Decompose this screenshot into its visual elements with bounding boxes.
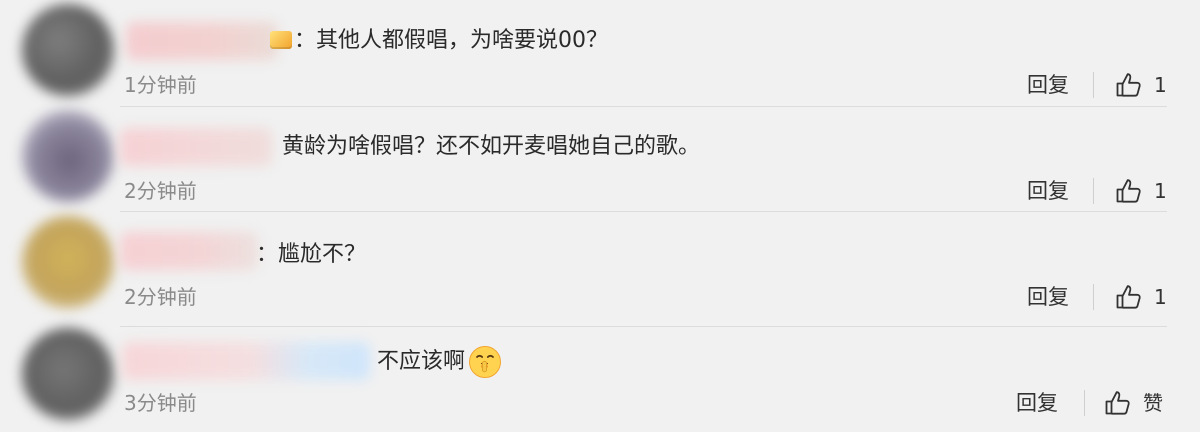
- reply-button[interactable]: 回复: [1016, 390, 1058, 416]
- avatar[interactable]: [22, 328, 114, 420]
- thumbs-up-icon: [1104, 389, 1132, 417]
- avatar[interactable]: [22, 4, 114, 96]
- comment-text: 黄龄为啥假唱？还不如开麦唱她自己的歌。: [282, 134, 701, 159]
- comment-timestamp: 2分钟前: [124, 285, 197, 309]
- thumbs-up-icon: [1115, 177, 1143, 205]
- comment-item: ：其他人都假唱，为啥要说00？ 1分钟前 回复 1: [0, 0, 1200, 107]
- comment-timestamp: 3分钟前: [124, 391, 197, 415]
- like-button[interactable]: 1: [1115, 176, 1167, 206]
- shush-face-icon: [467, 344, 503, 380]
- comment-text-content: 不应该啊: [377, 349, 466, 374]
- username[interactable]: [120, 232, 258, 270]
- avatar[interactable]: [22, 110, 114, 202]
- comment-text: 不应该啊: [377, 344, 503, 380]
- thumbs-up-icon: [1115, 71, 1143, 99]
- comment-item: 黄龄为啥假唱？还不如开麦唱她自己的歌。 2分钟前 回复 1: [0, 106, 1200, 212]
- action-divider: [1093, 178, 1094, 204]
- action-divider: [1084, 390, 1085, 416]
- thumbs-up-icon: [1115, 283, 1143, 311]
- like-count: 1: [1154, 73, 1167, 97]
- like-button[interactable]: 赞: [1104, 388, 1163, 418]
- action-divider: [1093, 284, 1094, 310]
- user-badge-icon: [270, 31, 292, 49]
- username[interactable]: [122, 342, 370, 380]
- like-button[interactable]: 1: [1115, 70, 1167, 100]
- like-button[interactable]: 1: [1115, 282, 1167, 312]
- like-count: 1: [1154, 179, 1167, 203]
- comment-timestamp: 1分钟前: [124, 73, 197, 97]
- avatar[interactable]: [22, 216, 114, 308]
- username[interactable]: [126, 22, 278, 60]
- comment-text: ：尴尬不？: [256, 242, 367, 267]
- reply-button[interactable]: 回复: [1027, 178, 1069, 204]
- username[interactable]: [120, 128, 272, 166]
- like-count: 1: [1154, 285, 1167, 309]
- comment-item: ：尴尬不？ 2分钟前 回复 1: [0, 212, 1200, 327]
- comment-text: ：其他人都假唱，为啥要说00？: [294, 28, 608, 53]
- comment-timestamp: 2分钟前: [124, 179, 197, 203]
- action-divider: [1093, 72, 1094, 98]
- comment-item: 不应该啊 3分钟前 回复 赞: [0, 326, 1200, 432]
- reply-button[interactable]: 回复: [1027, 284, 1069, 310]
- reply-button[interactable]: 回复: [1027, 72, 1069, 98]
- like-label: 赞: [1143, 391, 1163, 415]
